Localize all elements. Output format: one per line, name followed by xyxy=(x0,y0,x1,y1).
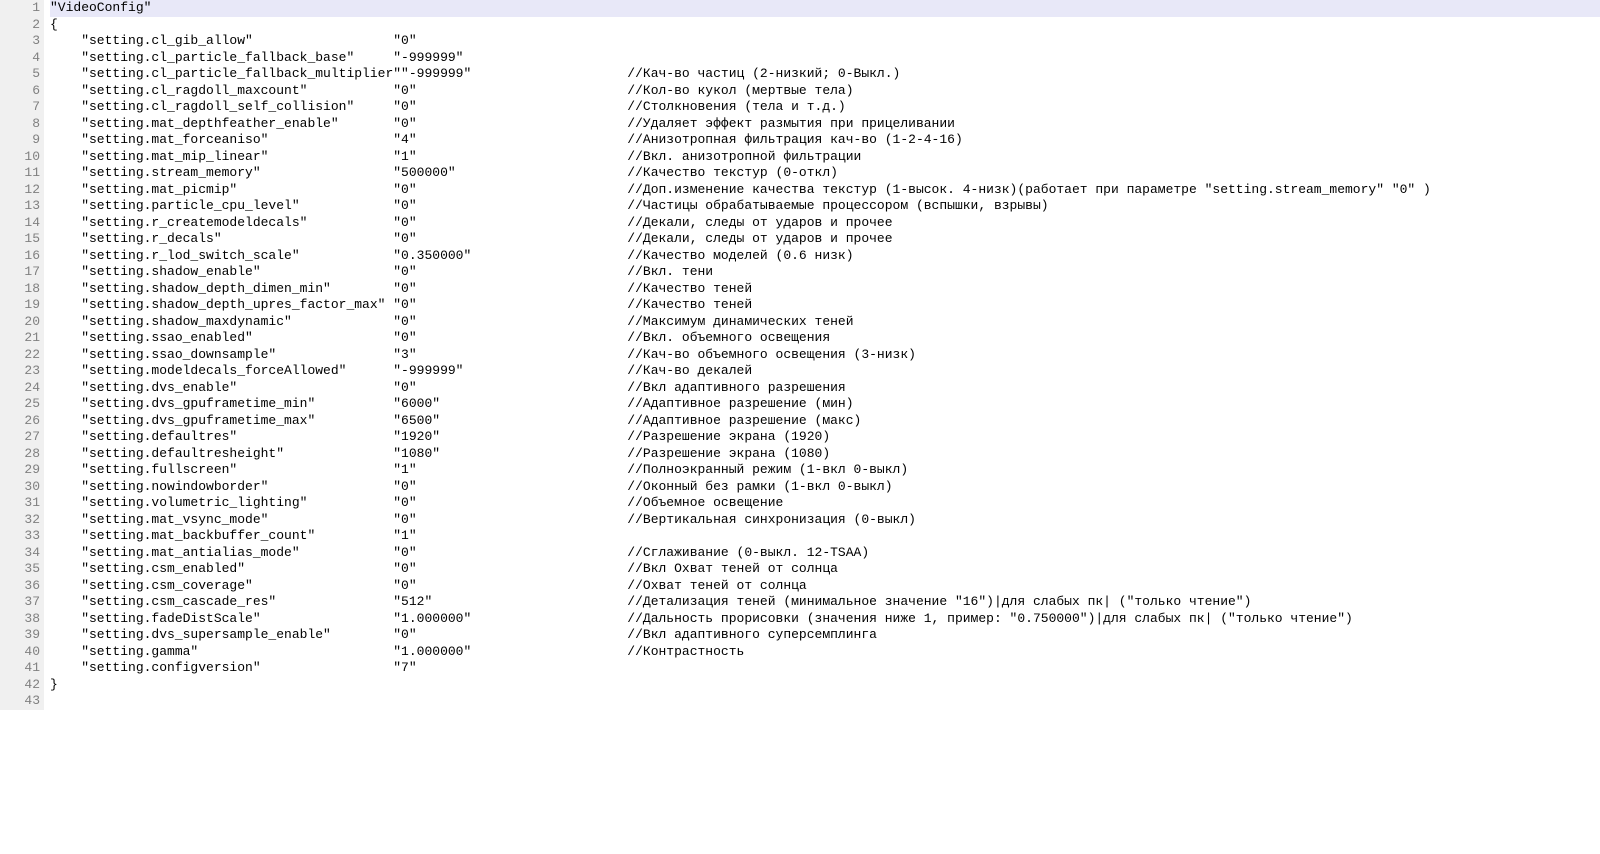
line-number: 16 xyxy=(4,248,40,265)
code-line: "setting.csm_enabled" "0" //Вкл Охват те… xyxy=(50,561,1600,578)
code-line: "setting.fadeDistScale" "1.000000" //Дал… xyxy=(50,611,1600,628)
line-number: 15 xyxy=(4,231,40,248)
code-line: "setting.csm_coverage" "0" //Охват теней… xyxy=(50,578,1600,595)
line-number: 30 xyxy=(4,479,40,496)
code-line: "setting.defaultres" "1920" //Разрешение… xyxy=(50,429,1600,446)
code-line: "setting.dvs_gpuframetime_max" "6500" //… xyxy=(50,413,1600,430)
code-line: "setting.r_decals" "0" //Декали, следы о… xyxy=(50,231,1600,248)
line-number: 5 xyxy=(4,66,40,83)
line-number: 32 xyxy=(4,512,40,529)
code-line: "setting.mat_picmip" "0" //Доп.изменение… xyxy=(50,182,1600,199)
code-line: "setting.cl_gib_allow" "0" xyxy=(50,33,1600,50)
line-number: 12 xyxy=(4,182,40,199)
line-number: 40 xyxy=(4,644,40,661)
code-line: "setting.mat_forceaniso" "4" //Анизотроп… xyxy=(50,132,1600,149)
line-number: 36 xyxy=(4,578,40,595)
line-number: 31 xyxy=(4,495,40,512)
code-line: "setting.nowindowborder" "0" //Оконный б… xyxy=(50,479,1600,496)
line-number: 29 xyxy=(4,462,40,479)
code-line: "setting.mat_depthfeather_enable" "0" //… xyxy=(50,116,1600,133)
line-number: 10 xyxy=(4,149,40,166)
line-number: 22 xyxy=(4,347,40,364)
line-number: 39 xyxy=(4,627,40,644)
code-line: "setting.cl_particle_fallback_multiplier… xyxy=(50,66,1600,83)
line-number: 7 xyxy=(4,99,40,116)
code-line: "VideoConfig" xyxy=(50,0,1600,17)
line-number: 13 xyxy=(4,198,40,215)
line-number: 4 xyxy=(4,50,40,67)
code-line: "setting.cl_ragdoll_self_collision" "0" … xyxy=(50,99,1600,116)
code-line: { xyxy=(50,17,1600,34)
code-line: "setting.r_lod_switch_scale" "0.350000" … xyxy=(50,248,1600,265)
code-line: "setting.mat_backbuffer_count" "1" xyxy=(50,528,1600,545)
line-number: 20 xyxy=(4,314,40,331)
line-number: 24 xyxy=(4,380,40,397)
line-number: 6 xyxy=(4,83,40,100)
code-line: } xyxy=(50,677,1600,694)
code-line: "setting.fullscreen" "1" //Полноэкранный… xyxy=(50,462,1600,479)
code-line: "setting.cl_ragdoll_maxcount" "0" //Кол-… xyxy=(50,83,1600,100)
code-line: "setting.dvs_supersample_enable" "0" //В… xyxy=(50,627,1600,644)
line-number: 38 xyxy=(4,611,40,628)
line-number: 43 xyxy=(4,693,40,710)
code-line: "setting.ssao_enabled" "0" //Вкл. объемн… xyxy=(50,330,1600,347)
line-number: 37 xyxy=(4,594,40,611)
code-line: "setting.shadow_maxdynamic" "0" //Максим… xyxy=(50,314,1600,331)
code-line: "setting.dvs_gpuframetime_min" "6000" //… xyxy=(50,396,1600,413)
code-line: "setting.gamma" "1.000000" //Контрастнос… xyxy=(50,644,1600,661)
line-number: 42 xyxy=(4,677,40,694)
line-number: 18 xyxy=(4,281,40,298)
code-line xyxy=(50,693,1600,710)
code-line: "setting.defaultresheight" "1080" //Разр… xyxy=(50,446,1600,463)
line-number: 28 xyxy=(4,446,40,463)
code-line: "setting.mat_mip_linear" "1" //Вкл. аниз… xyxy=(50,149,1600,166)
line-number: 26 xyxy=(4,413,40,430)
code-line: "setting.r_createmodeldecals" "0" //Дека… xyxy=(50,215,1600,232)
line-number: 17 xyxy=(4,264,40,281)
line-number: 23 xyxy=(4,363,40,380)
code-line: "setting.ssao_downsample" "3" //Кач-во о… xyxy=(50,347,1600,364)
code-line: "setting.stream_memory" "500000" //Качес… xyxy=(50,165,1600,182)
line-number: 41 xyxy=(4,660,40,677)
line-number: 2 xyxy=(4,17,40,34)
line-number: 14 xyxy=(4,215,40,232)
code-line: "setting.modeldecals_forceAllowed" "-999… xyxy=(50,363,1600,380)
code-line: "setting.volumetric_lighting" "0" //Объе… xyxy=(50,495,1600,512)
line-number: 27 xyxy=(4,429,40,446)
code-line: "setting.shadow_depth_upres_factor_max" … xyxy=(50,297,1600,314)
line-number: 1 xyxy=(4,0,40,17)
code-line: "setting.dvs_enable" "0" //Вкл адаптивно… xyxy=(50,380,1600,397)
line-number: 21 xyxy=(4,330,40,347)
code-editor[interactable]: 1234567891011121314151617181920212223242… xyxy=(0,0,1600,710)
code-line: "setting.mat_vsync_mode" "0" //Вертикаль… xyxy=(50,512,1600,529)
line-number: 35 xyxy=(4,561,40,578)
line-number: 19 xyxy=(4,297,40,314)
code-line: "setting.csm_cascade_res" "512" //Детали… xyxy=(50,594,1600,611)
line-number: 33 xyxy=(4,528,40,545)
line-number: 9 xyxy=(4,132,40,149)
line-number: 34 xyxy=(4,545,40,562)
line-number: 8 xyxy=(4,116,40,133)
line-number: 25 xyxy=(4,396,40,413)
line-number: 3 xyxy=(4,33,40,50)
code-line: "setting.shadow_enable" "0" //Вкл. тени xyxy=(50,264,1600,281)
code-line: "setting.configversion" "7" xyxy=(50,660,1600,677)
code-area[interactable]: "VideoConfig"{ "setting.cl_gib_allow" "0… xyxy=(44,0,1600,710)
code-line: "setting.cl_particle_fallback_base" "-99… xyxy=(50,50,1600,67)
line-number-gutter: 1234567891011121314151617181920212223242… xyxy=(0,0,44,710)
line-number: 11 xyxy=(4,165,40,182)
code-line: "setting.shadow_depth_dimen_min" "0" //К… xyxy=(50,281,1600,298)
code-line: "setting.particle_cpu_level" "0" //Части… xyxy=(50,198,1600,215)
code-line: "setting.mat_antialias_mode" "0" //Сглаж… xyxy=(50,545,1600,562)
